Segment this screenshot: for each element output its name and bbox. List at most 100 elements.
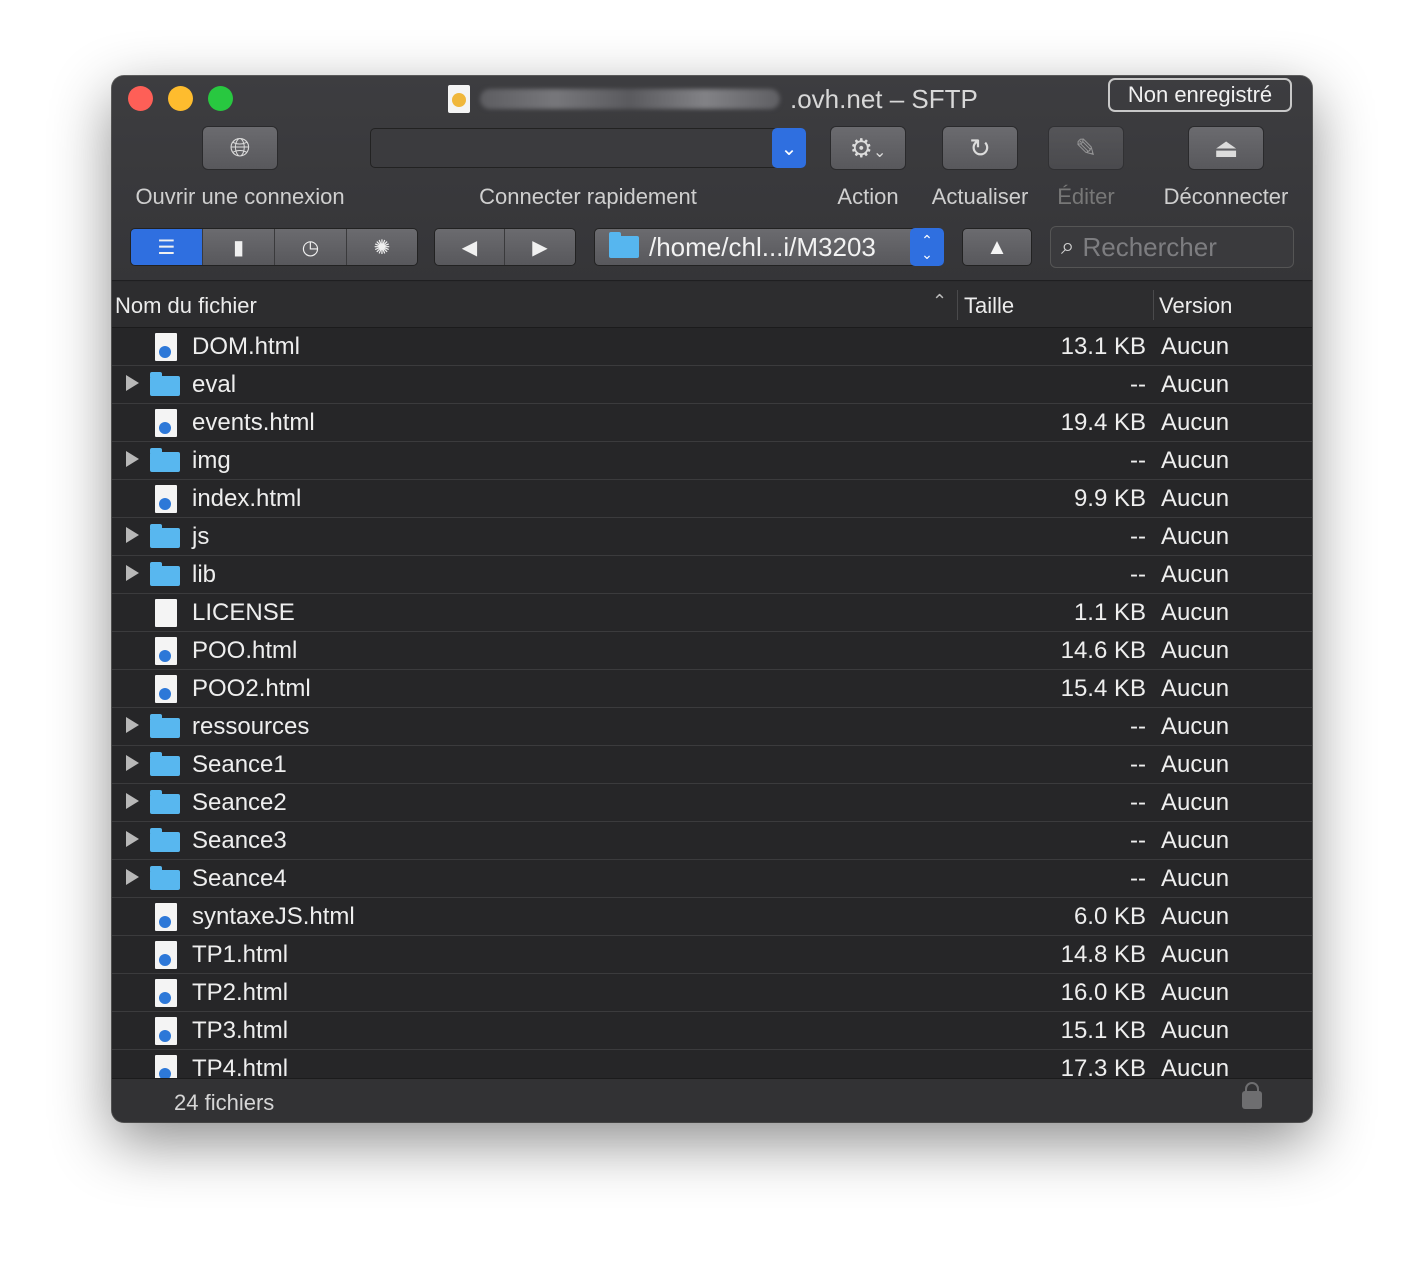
- search-icon: ⌕: [1061, 233, 1075, 260]
- open-connection-tool[interactable]: 🌐︎ Ouvrir une connexion: [128, 126, 352, 210]
- file-size: 15.1 KB: [1060, 1017, 1146, 1044]
- file-row[interactable]: ressources -- Aucun: [112, 708, 1312, 746]
- file-version: Aucun: [1161, 599, 1230, 626]
- folder-icon: [150, 524, 180, 548]
- folder-icon: [150, 866, 180, 890]
- current-path: /home/chl...i/M3203: [649, 231, 876, 262]
- edit-tool[interactable]: ✎ Éditer: [1030, 126, 1142, 210]
- html-file-icon: [155, 675, 177, 703]
- bookmarks-view-button[interactable]: ▮: [203, 229, 275, 265]
- search-input[interactable]: [1082, 231, 1263, 263]
- view-mode-segment: ☰ ▮ ◷ ✺: [130, 228, 418, 266]
- file-version: Aucun: [1161, 1055, 1230, 1078]
- file-name: events.html: [192, 409, 315, 436]
- search-field[interactable]: ⌕: [1050, 226, 1294, 268]
- bonjour-view-button[interactable]: ✺: [347, 229, 417, 265]
- file-row[interactable]: syntaxeJS.html 6.0 KB Aucun: [112, 898, 1312, 936]
- file-size: --: [1130, 371, 1146, 398]
- close-window-button[interactable]: [128, 86, 153, 111]
- bookmark-document-icon: [448, 85, 470, 113]
- disconnect-tool[interactable]: ⏏︎ Déconnecter: [1156, 126, 1296, 210]
- file-name: TP4.html: [192, 1055, 289, 1078]
- file-row[interactable]: events.html 19.4 KB Aucun: [112, 404, 1312, 442]
- refresh-tool[interactable]: ↻ Actualiser: [924, 126, 1036, 210]
- file-row[interactable]: js -- Aucun: [112, 518, 1312, 556]
- html-file-icon: [155, 903, 177, 931]
- file-row[interactable]: Seance3 -- Aucun: [112, 822, 1312, 860]
- back-button[interactable]: ◀: [435, 229, 505, 265]
- file-size: 14.6 KB: [1060, 637, 1146, 664]
- folder-icon: [150, 562, 180, 586]
- disclosure-triangle-icon[interactable]: [126, 375, 139, 391]
- window-title-text: .ovh.net – SFTP: [790, 83, 978, 114]
- file-size: --: [1130, 447, 1146, 474]
- file-row[interactable]: LICENSE 1.1 KB Aucun: [112, 594, 1312, 632]
- file-name: js: [192, 523, 210, 550]
- parent-directory-button[interactable]: ▲: [962, 228, 1032, 266]
- action-button[interactable]: ⚙︎⌄: [830, 126, 906, 170]
- file-name: TP1.html: [192, 941, 289, 968]
- file-row[interactable]: POO2.html 15.4 KB Aucun: [112, 670, 1312, 708]
- triangle-up-icon: ▲: [986, 234, 1008, 259]
- path-selector[interactable]: /home/chl...i/M3203 ⌃ ⌄: [594, 228, 944, 266]
- status-bar: 24 fichiers: [112, 1078, 1312, 1122]
- file-row[interactable]: Seance4 -- Aucun: [112, 860, 1312, 898]
- forward-button[interactable]: ▶: [505, 229, 575, 265]
- file-row[interactable]: TP1.html 14.8 KB Aucun: [112, 936, 1312, 974]
- file-row[interactable]: TP4.html 17.3 KB Aucun: [112, 1050, 1312, 1078]
- html-file-icon: [155, 941, 177, 969]
- column-version-header[interactable]: Version: [1159, 293, 1232, 319]
- file-row[interactable]: TP3.html 15.1 KB Aucun: [112, 1012, 1312, 1050]
- disclosure-triangle-icon[interactable]: [126, 755, 139, 771]
- sftp-window: .ovh.net – SFTP Non enregistré 🌐︎ Ouvrir…: [112, 76, 1312, 1122]
- edit-button[interactable]: ✎: [1048, 126, 1124, 170]
- disclosure-triangle-icon[interactable]: [126, 451, 139, 467]
- disclosure-triangle-icon[interactable]: [126, 565, 139, 581]
- chevron-down-icon[interactable]: ⌄: [772, 128, 806, 168]
- gear-icon: ⚙︎⌄: [849, 132, 887, 163]
- file-version: Aucun: [1161, 561, 1230, 588]
- file-row[interactable]: TP2.html 16.0 KB Aucun: [112, 974, 1312, 1012]
- html-file-icon: [155, 485, 177, 513]
- file-version: Aucun: [1161, 751, 1230, 778]
- file-name: img: [192, 447, 231, 474]
- disclosure-triangle-icon[interactable]: [126, 793, 139, 809]
- column-size-header[interactable]: Taille: [964, 293, 1014, 319]
- chevron-updown-icon[interactable]: ⌃ ⌄: [910, 228, 944, 266]
- disconnect-button[interactable]: ⏏︎: [1188, 126, 1264, 170]
- file-row[interactable]: lib -- Aucun: [112, 556, 1312, 594]
- window-controls: [128, 86, 233, 111]
- browser-view-button[interactable]: ☰: [131, 229, 203, 265]
- file-row[interactable]: eval -- Aucun: [112, 366, 1312, 404]
- file-version: Aucun: [1161, 827, 1230, 854]
- file-version: Aucun: [1161, 713, 1230, 740]
- file-size: 14.8 KB: [1060, 941, 1146, 968]
- html-file-icon: [155, 979, 177, 1007]
- file-row[interactable]: index.html 9.9 KB Aucun: [112, 480, 1312, 518]
- file-name: eval: [192, 371, 237, 398]
- refresh-button[interactable]: ↻: [942, 126, 1018, 170]
- file-version: Aucun: [1161, 523, 1230, 550]
- file-row[interactable]: DOM.html 13.1 KB Aucun: [112, 328, 1312, 366]
- file-size: 1.1 KB: [1073, 599, 1146, 626]
- column-name-header[interactable]: Nom du fichier: [115, 293, 257, 319]
- disclosure-triangle-icon[interactable]: [126, 527, 139, 543]
- file-row[interactable]: Seance1 -- Aucun: [112, 746, 1312, 784]
- disclosure-triangle-icon[interactable]: [126, 869, 139, 885]
- maximize-window-button[interactable]: [208, 86, 233, 111]
- disclosure-triangle-icon[interactable]: [126, 717, 139, 733]
- file-row[interactable]: img -- Aucun: [112, 442, 1312, 480]
- bookmark-icon: ▮: [232, 236, 244, 259]
- file-row[interactable]: POO.html 14.6 KB Aucun: [112, 632, 1312, 670]
- quick-connect-label: Connecter rapidement: [479, 184, 697, 209]
- history-view-button[interactable]: ◷: [275, 229, 347, 265]
- action-tool[interactable]: ⚙︎⌄ Action: [812, 126, 924, 210]
- quick-connect-combobox[interactable]: ⌄: [370, 128, 806, 168]
- disclosure-triangle-icon[interactable]: [126, 831, 139, 847]
- html-file-icon: [155, 409, 177, 437]
- file-row[interactable]: Seance2 -- Aucun: [112, 784, 1312, 822]
- unregistered-badge[interactable]: Non enregistré: [1108, 78, 1292, 112]
- edit-label: Éditer: [1057, 184, 1115, 209]
- open-connection-button[interactable]: 🌐︎: [202, 126, 278, 170]
- minimize-window-button[interactable]: [168, 86, 193, 111]
